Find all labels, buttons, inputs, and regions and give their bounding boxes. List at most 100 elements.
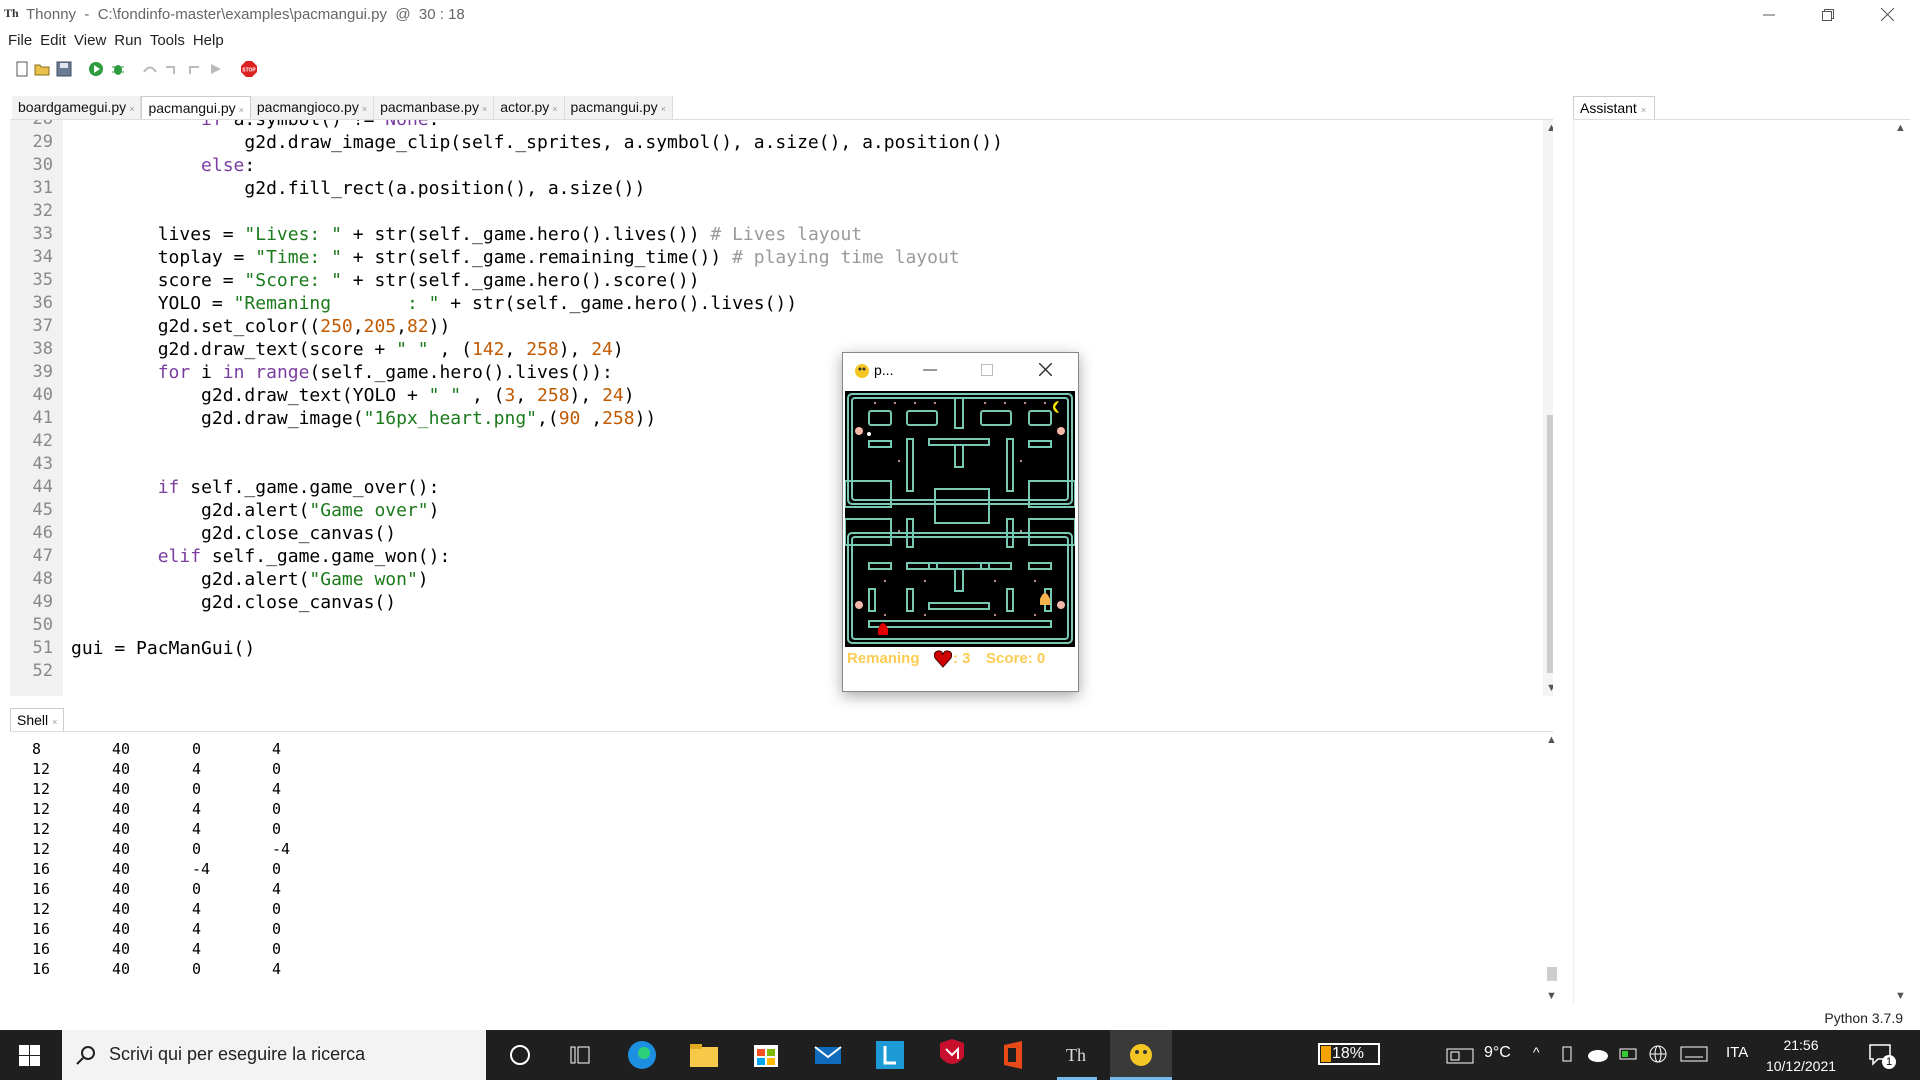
battery-indicator[interactable]: 18%: [1318, 1043, 1380, 1065]
network-battery-icon[interactable]: [1618, 1045, 1640, 1063]
code-line[interactable]: 31 g2d.fill_rect(a.position(), a.size()): [10, 177, 1530, 200]
debug-icon[interactable]: [110, 61, 126, 77]
tab-close-icon[interactable]: ×: [362, 104, 367, 114]
keyboard-icon[interactable]: [1680, 1046, 1708, 1062]
code-editor[interactable]: 28 if a.symbol() != None: 29 g2d.draw_ima…: [10, 119, 1553, 696]
code-line[interactable]: 34 toplay = "Time: " + str(self._game.re…: [10, 246, 1530, 269]
scroll-up-icon[interactable]: ▲: [1543, 122, 1553, 134]
mail-icon[interactable]: [810, 1037, 846, 1073]
code-line[interactable]: 36 YOLO = "Remaning : " + str(self._game…: [10, 292, 1530, 315]
code-line[interactable]: 50: [10, 614, 1530, 637]
minimize-icon[interactable]: [923, 365, 937, 375]
tab-close-icon[interactable]: ×: [661, 104, 666, 114]
code-line[interactable]: 44 if self._game.game_over():: [10, 476, 1530, 499]
code-line[interactable]: 39 for i in range(self._game.hero().live…: [10, 361, 1530, 384]
tab-actor[interactable]: actor.py ×: [494, 96, 565, 119]
thonny-taskbar-icon[interactable]: Th: [1058, 1037, 1094, 1073]
scroll-up-icon[interactable]: ▲: [1543, 734, 1560, 746]
new-file-icon[interactable]: [14, 61, 30, 77]
office-icon[interactable]: [996, 1037, 1032, 1073]
step-out-icon[interactable]: [186, 61, 202, 77]
scroll-down-icon[interactable]: ▼: [1892, 990, 1909, 1002]
code-line[interactable]: 45 g2d.alert("Game over"): [10, 499, 1530, 522]
stop-icon[interactable]: STOP: [240, 60, 258, 78]
menu-help[interactable]: Help: [191, 29, 230, 54]
interpreter-label[interactable]: Python 3.7.9: [1824, 1010, 1903, 1026]
code-line[interactable]: 49 g2d.close_canvas(): [10, 591, 1530, 614]
language-indicator[interactable]: ITA: [1726, 1044, 1748, 1061]
code-line[interactable]: 52: [10, 660, 1530, 683]
maximize-icon[interactable]: [981, 364, 993, 376]
tab-close-icon[interactable]: ×: [552, 104, 557, 114]
launcher-l-icon[interactable]: [872, 1037, 908, 1073]
tab-pacmangui[interactable]: pacmangui.py ×: [141, 96, 251, 121]
shell-scrollbar[interactable]: ▲ ▼: [1543, 732, 1560, 1004]
weather-cloud-icon[interactable]: [1446, 1047, 1474, 1065]
tray-chevron-icon[interactable]: ^: [1533, 1044, 1540, 1060]
scrollbar-thumb[interactable]: [1547, 415, 1553, 673]
save-icon[interactable]: [56, 61, 72, 77]
editor-scrollbar[interactable]: ▲ ▼: [1543, 120, 1553, 696]
code-line[interactable]: 32: [10, 200, 1530, 223]
shell-panel[interactable]: ▲ ▼ 8 40 0 4 12 40 4 0 12 40 0 4 12 40 4 0 12 40 4 0 12 40 0 -4…: [10, 731, 1560, 1004]
weather-temp[interactable]: 9°C: [1484, 1044, 1511, 1062]
assistant-scrollbar[interactable]: ▲ ▼: [1892, 120, 1909, 1004]
scrollbar-thumb[interactable]: [1547, 967, 1557, 981]
code-line[interactable]: 43: [10, 453, 1530, 476]
step-into-icon[interactable]: [164, 61, 180, 77]
menu-edit[interactable]: Edit: [38, 29, 72, 54]
tab-assistant[interactable]: Assistant ×: [1573, 96, 1656, 121]
onedrive-cloud-icon[interactable]: [1586, 1045, 1610, 1063]
clock[interactable]: 21:56 10/12/2021: [1764, 1035, 1838, 1077]
game-canvas[interactable]: [844, 391, 1076, 647]
menu-view[interactable]: View: [72, 29, 112, 54]
menu-file[interactable]: File: [6, 29, 38, 54]
minimize-button[interactable]: [1740, 0, 1798, 29]
code-line[interactable]: 30 else:: [10, 154, 1530, 177]
step-over-icon[interactable]: [142, 61, 158, 77]
tab-pacmangui-2[interactable]: pacmangui.py ×: [564, 96, 673, 119]
tab-close-icon[interactable]: ×: [482, 104, 487, 114]
close-button[interactable]: [1858, 0, 1916, 29]
code-line[interactable]: 29 g2d.draw_image_clip(self._sprites, a.…: [10, 131, 1530, 154]
tab-close-icon[interactable]: ×: [239, 105, 244, 115]
tab-close-icon[interactable]: ×: [129, 104, 134, 114]
code-line[interactable]: 33 lives = "Lives: " + str(self._game.he…: [10, 223, 1530, 246]
cortana-icon[interactable]: [502, 1037, 538, 1073]
menu-run[interactable]: Run: [112, 29, 148, 54]
code-area[interactable]: 28 if a.symbol() != None: 29 g2d.draw_ima…: [10, 120, 1530, 683]
microsoft-store-icon[interactable]: [748, 1037, 784, 1073]
tab-pacmanbase[interactable]: pacmanbase.py ×: [374, 96, 495, 119]
task-view-icon[interactable]: [562, 1037, 598, 1073]
restore-button[interactable]: [1799, 0, 1857, 29]
close-icon[interactable]: [1039, 363, 1052, 376]
scroll-down-icon[interactable]: ▼: [1543, 990, 1560, 1002]
mcafee-icon[interactable]: [934, 1037, 970, 1073]
globe-icon[interactable]: [1648, 1044, 1668, 1064]
file-explorer-icon[interactable]: [686, 1037, 722, 1073]
code-line[interactable]: 51 gui = PacManGui(): [10, 637, 1530, 660]
tab-close-icon[interactable]: ×: [52, 717, 57, 727]
scroll-down-icon[interactable]: ▼: [1543, 682, 1553, 694]
tab-close-icon[interactable]: ×: [1641, 105, 1646, 115]
tab-pacmangioco[interactable]: pacmangioco.py ×: [250, 96, 375, 119]
edge-icon[interactable]: [624, 1037, 660, 1073]
run-icon[interactable]: [88, 61, 104, 77]
code-line[interactable]: 41 g2d.draw_image("16px_heart.png",(90 ,…: [10, 407, 1530, 430]
tab-shell[interactable]: Shell ×: [10, 708, 65, 733]
tab-boardgamegui[interactable]: boardgamegui.py ×: [12, 96, 142, 119]
resume-icon[interactable]: [208, 61, 224, 77]
code-line[interactable]: 37 g2d.set_color((250,205,82)): [10, 315, 1530, 338]
code-line[interactable]: 48 g2d.alert("Game won"): [10, 568, 1530, 591]
code-line[interactable]: 38 g2d.draw_text(score + " " , (142, 258…: [10, 338, 1530, 361]
code-line[interactable]: 46 g2d.close_canvas(): [10, 522, 1530, 545]
pygame-window[interactable]: p... Remaning: 3 Score: 0: [842, 352, 1079, 692]
code-line[interactable]: 35 score = "Score: " + str(self._game.he…: [10, 269, 1530, 292]
windows-start-icon[interactable]: [19, 1045, 40, 1066]
scroll-up-icon[interactable]: ▲: [1892, 122, 1909, 134]
open-file-icon[interactable]: [34, 61, 50, 77]
code-line[interactable]: 40 g2d.draw_text(YOLO + " " , (3, 258), …: [10, 384, 1530, 407]
code-line[interactable]: 42: [10, 430, 1530, 453]
code-line[interactable]: 28 if a.symbol() != None:: [10, 120, 1530, 131]
pygame-taskbar-button[interactable]: [1110, 1030, 1172, 1080]
